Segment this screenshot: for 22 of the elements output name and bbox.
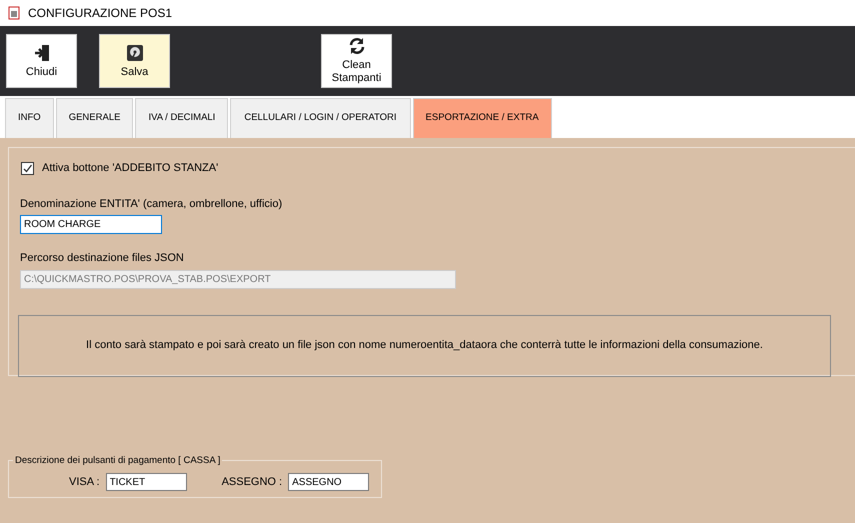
toolbar-button[interactable]: Salva — [99, 34, 170, 88]
field-label: Denominazione ENTITA' (camera, ombrellone, ufficio) — [20, 196, 284, 212]
checkbox[interactable] — [21, 162, 34, 175]
toolbar-button[interactable]: Clean Stampanti — [321, 34, 392, 88]
exit-door-icon — [34, 44, 50, 62]
checkbox-label: Attiva bottone 'ADDEBITO STANZA' — [42, 161, 218, 176]
tab[interactable]: GENERALE — [56, 98, 134, 138]
input-field[interactable]: TICKET — [106, 473, 187, 491]
field-label: Percorso destinazione files JSON — [20, 251, 185, 266]
field-label: VISA : — [69, 474, 100, 490]
tab[interactable]: IVA / DECIMALI — [135, 98, 228, 138]
window-title: CONFIGURAZIONE POS1 — [28, 5, 172, 22]
refresh-icon — [348, 37, 366, 56]
input-field[interactable]: ASSEGNO — [288, 473, 370, 491]
app-icon — [8, 6, 20, 20]
tab[interactable]: INFO — [5, 98, 54, 138]
input-field[interactable]: ROOM CHARGE — [20, 215, 162, 234]
info-text: Il conto sarà stampato e poi sarà creato un file json con nome numeroentita_dataora che conterrà tutte le informazioni della consumazione. — [86, 338, 763, 354]
tab[interactable]: CELLULARI / LOGIN / OPERATORI — [230, 98, 411, 138]
field-label: ASSEGNO : — [222, 474, 282, 490]
tab[interactable]: ESPORTAZIONE / EXTRA — [412, 98, 552, 138]
toolbar-button[interactable]: Chiudi — [6, 34, 77, 88]
